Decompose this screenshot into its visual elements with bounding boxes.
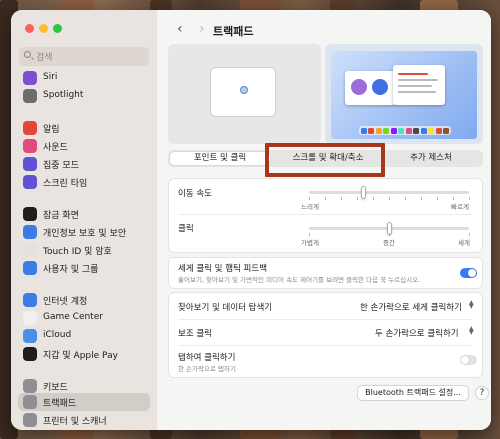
click-firm-label: 세게 xyxy=(458,239,470,247)
sidebar-item[interactable]: 사용자 및 그룹 xyxy=(18,259,150,277)
sidebar-item-label: Siri xyxy=(43,72,58,82)
sidebar-item-label: 프린터 및 스캐너 xyxy=(43,417,107,427)
keyboard-icon xyxy=(23,379,37,393)
sidebar-item[interactable]: 인터넷 계정 xyxy=(18,291,150,309)
bluetooth-trackpad-setup-button[interactable]: Bluetooth 트랙패드 설정... xyxy=(357,385,469,401)
minimize-window-button[interactable] xyxy=(39,24,48,33)
secondary-click-popup[interactable]: 두 손가락으로 클릭하기 xyxy=(375,327,459,339)
forward-button[interactable]: › xyxy=(199,21,205,37)
force-click-description: 훑어보기, 찾아보기 및 가변적인 미디어 속도 제어기를 보려면 클릭한 다음… xyxy=(178,276,421,284)
sliders-card: 이동 속도 느리게 빠르게 클릭 가볍게 중간 세게 xyxy=(168,178,483,253)
sidebar-item-label: 집중 모드 xyxy=(43,161,79,171)
sidebar-item-label: iCloud xyxy=(43,330,72,340)
sidebar-item[interactable]: 잠금 화면 xyxy=(18,205,150,223)
look-up-label: 찾아보기 및 데이터 탐색기 xyxy=(178,303,273,313)
back-button[interactable]: ‹ xyxy=(177,21,183,37)
screen-time-icon xyxy=(23,175,37,189)
force-click-toggle[interactable] xyxy=(460,268,477,278)
gesture-video-preview xyxy=(325,44,483,144)
sidebar-item-label: 지갑 및 Apple Pay xyxy=(43,351,118,361)
tracking-speed-min-label: 느리게 xyxy=(301,203,319,211)
notifications-icon xyxy=(23,121,37,135)
tap-to-click-toggle[interactable] xyxy=(460,355,477,365)
tracking-speed-label: 이동 속도 xyxy=(178,189,212,199)
settings-window: 검색 Siri Spotlight 알림사운드집중 모드스크린 타임잠금 화면개인정… xyxy=(11,10,491,430)
sidebar-item[interactable]: 알림 xyxy=(18,119,150,137)
options-card: 찾아보기 및 데이터 탐색기 한 손가락으로 세게 클릭하기 ▲ ▼ 보조 클릭 … xyxy=(168,292,483,378)
sidebar-item[interactable]: Siri xyxy=(18,69,150,87)
preview-dock xyxy=(359,126,451,135)
sidebar-item-label: 인터넷 계정 xyxy=(43,297,88,307)
sidebar: 검색 Siri Spotlight 알림사운드집중 모드스크린 타임잠금 화면개인정… xyxy=(11,10,157,430)
sidebar-item[interactable]: iCloud xyxy=(18,327,150,345)
search-field[interactable]: 검색 xyxy=(19,47,149,66)
tab-scroll-and-zoom[interactable]: 스크롤 및 확대/축소 xyxy=(275,152,381,165)
spotlight-icon xyxy=(23,89,37,103)
tab-point-and-click[interactable]: 포인트 및 클릭 xyxy=(170,152,270,165)
trackpad-preview xyxy=(168,44,321,144)
sidebar-item-label: 사용자 및 그룹 xyxy=(43,265,99,275)
sidebar-item-label: 알림 xyxy=(43,125,60,135)
sidebar-item-label: Touch ID 및 암호 xyxy=(43,247,112,257)
sidebar-item-label: 잠금 화면 xyxy=(43,211,79,221)
sidebar-item-label: 키보드 xyxy=(43,383,68,393)
click-light-label: 가볍게 xyxy=(301,239,319,247)
force-click-card: 세게 클릭 및 햅틱 피드백 훑어보기, 찾아보기 및 가변적인 미디어 속도 … xyxy=(168,257,483,289)
trackpad-illustration xyxy=(210,67,276,117)
tab-bar: 포인트 및 클릭 스크롤 및 확대/축소 추가 제스처 xyxy=(168,150,483,167)
focus-icon xyxy=(23,157,37,171)
main-pane: ‹ › 트랙패드 포인트 및 클릭 스크롤 및 확대/축소 추가 제스처 이동 … xyxy=(157,10,491,430)
sidebar-item-label: 사운드 xyxy=(43,143,68,153)
secondary-click-label: 보조 클릭 xyxy=(178,329,212,339)
printer-icon xyxy=(23,413,37,427)
search-icon xyxy=(24,51,31,58)
tap-to-click-label: 탭하여 클릭하기 xyxy=(178,353,236,363)
sidebar-item[interactable]: 스크린 타임 xyxy=(18,173,150,191)
sidebar-item-label: 스크린 타임 xyxy=(43,179,88,189)
zoom-window-button[interactable] xyxy=(53,24,62,33)
tracking-speed-slider[interactable] xyxy=(309,186,470,200)
internet-accounts-icon xyxy=(23,293,37,307)
force-click-label: 세게 클릭 및 햅틱 피드백 xyxy=(178,264,268,274)
siri-icon xyxy=(23,71,37,85)
sidebar-item[interactable]: Spotlight xyxy=(18,87,150,105)
lock-screen-icon xyxy=(23,207,37,221)
search-placeholder: 검색 xyxy=(36,53,53,63)
icloud-icon xyxy=(23,329,37,343)
sidebar-item[interactable]: 트랙패드 xyxy=(18,393,150,411)
tap-to-click-description: 한 손가락으로 탭하기 xyxy=(178,365,236,373)
sidebar-item-label: 개인정보 보호 및 보안 xyxy=(43,229,127,239)
click-medium-label: 중간 xyxy=(383,239,395,247)
close-window-button[interactable] xyxy=(25,24,34,33)
trackpad-icon xyxy=(23,395,37,409)
sidebar-item[interactable]: Touch ID 및 암호 xyxy=(18,241,150,259)
wallet-icon xyxy=(23,347,37,361)
privacy-icon xyxy=(23,225,37,239)
tab-more-gestures[interactable]: 추가 제스처 xyxy=(381,152,481,165)
look-up-popup[interactable]: 한 손가락으로 세게 클릭하기 xyxy=(360,301,462,313)
sidebar-item[interactable]: Game Center xyxy=(18,309,150,327)
touch-id-icon xyxy=(23,243,37,257)
sidebar-item[interactable]: 개인정보 보호 및 보안 xyxy=(18,223,150,241)
look-up-updown-icon: ▲ ▼ xyxy=(469,299,474,310)
sidebar-item[interactable]: 프린터 및 스캐너 xyxy=(18,411,150,429)
game-center-icon xyxy=(23,311,37,325)
sidebar-item-label: Spotlight xyxy=(43,90,84,100)
tracking-speed-knob[interactable] xyxy=(361,186,367,199)
help-button[interactable]: ? xyxy=(475,386,489,400)
sidebar-item-label: Game Center xyxy=(43,312,103,322)
click-pressure-label: 클릭 xyxy=(178,224,194,234)
users-icon xyxy=(23,261,37,275)
secondary-click-updown-icon: ▲ ▼ xyxy=(469,325,474,336)
preview-screen xyxy=(331,51,477,139)
sidebar-item[interactable]: 지갑 및 Apple Pay xyxy=(18,345,150,363)
sound-icon xyxy=(23,139,37,153)
click-pressure-slider[interactable] xyxy=(309,222,470,236)
page-title: 트랙패드 xyxy=(213,25,254,38)
finger-dot xyxy=(240,86,248,94)
sidebar-item[interactable]: 사운드 xyxy=(18,137,150,155)
sidebar-item[interactable]: 집중 모드 xyxy=(18,155,150,173)
tracking-speed-max-label: 빠르게 xyxy=(451,203,469,211)
sidebar-item-label: 트랙패드 xyxy=(43,399,77,409)
